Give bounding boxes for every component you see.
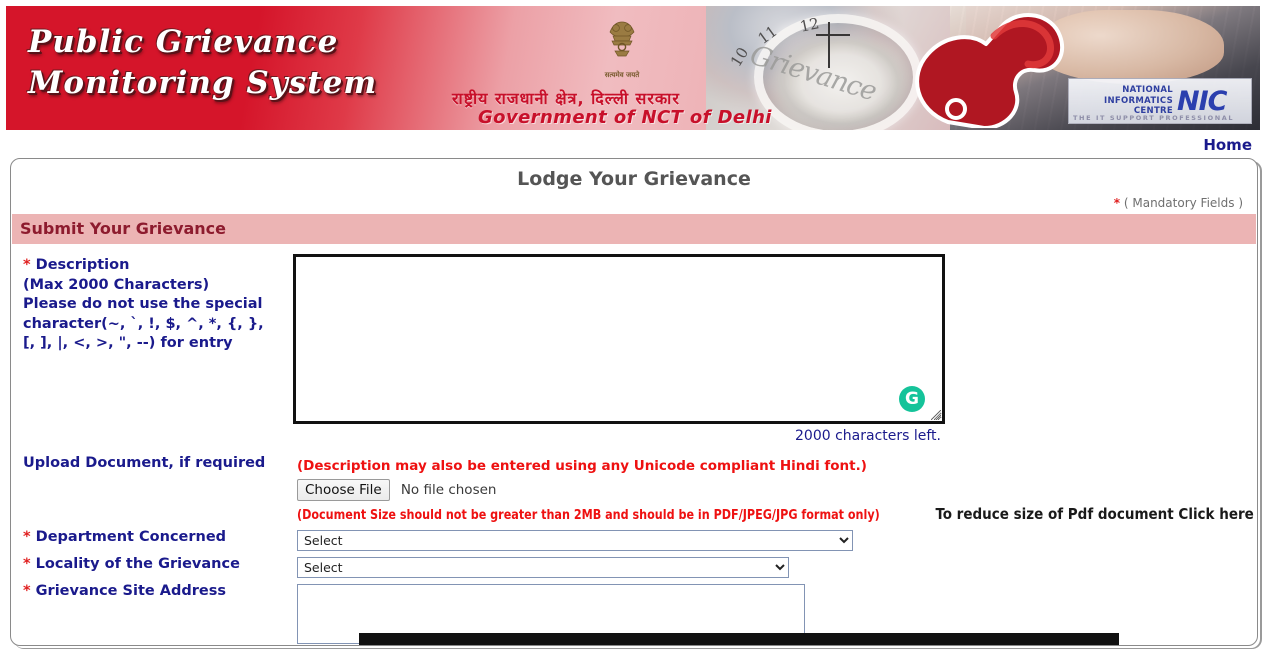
file-input-row: Choose File No file chosen [293,478,1257,501]
site-address-required-star: * [23,583,31,600]
description-input[interactable] [293,254,945,424]
field-row-department: * Department Concerned Select [11,524,1257,552]
page-title: Lodge Your Grievance [517,168,751,190]
description-hint-max-chars: (Max 2000 Characters) [23,276,210,293]
home-link[interactable]: Home [1203,136,1252,154]
unicode-hindi-note: (Description may also be entered using a… [297,458,867,474]
department-select[interactable]: Select [297,530,853,552]
clock-hand-hour [816,34,850,36]
government-name-english: Government of NCT of Delhi [478,106,772,128]
textarea-resize-handle[interactable] [931,410,941,420]
locality-label: Locality of the Grievance [35,556,240,573]
site-banner: 10 11 12 Grievance सत्यमेव जयते राष्ट्री… [6,6,1260,130]
characters-left-counter: 2000 characters left. [795,428,941,444]
grievance-form-panel: Lodge Your Grievance * ( Mandatory Field… [10,158,1258,646]
locality-field-area: Select [293,551,1257,579]
nic-wordmark-lines: NATIONAL INFORMATICS CENTRE [1069,85,1177,118]
department-label-block: * Department Concerned [11,524,293,548]
description-label: Description [35,257,130,273]
locality-select[interactable]: Select [297,557,789,579]
nic-mark: NIC [1177,85,1227,117]
field-row-description: * Description (Max 2000 Characters) Plea… [11,252,1257,444]
field-row-locality: * Locality of the Grievance Select [11,551,1257,579]
mandatory-star: * [1113,196,1121,210]
grievance-form: * Description (Max 2000 Characters) Plea… [11,244,1257,645]
department-label: Department Concerned [35,529,227,546]
page-bottom-cutoff-strip [359,633,1119,645]
field-row-upload: Upload Document, if required (Descriptio… [11,450,1257,524]
description-hint-line3: character(~, `, !, $, ^, *, {, }, [23,315,264,332]
description-hint-line2: Please do not use the special [23,296,263,313]
description-label-block: * Description (Max 2000 Characters) Plea… [11,252,293,354]
nic-tagline: THE IT SUPPORT PROFESSIONAL [1073,114,1235,122]
upload-label: Upload Document, if required [23,455,266,471]
site-address-label: Grievance Site Address [35,583,227,600]
top-nav: Home [0,130,1266,158]
mandatory-text: ( Mandatory Fields ) [1123,196,1243,210]
government-identity: राष्ट्रीय राजधानी क्षेत्र, दिल्ली सरकार … [452,90,772,128]
national-emblem: सत्यमेव जयते [598,16,646,80]
telephone-handset-icon [915,13,1065,128]
emblem-caption: सत्यमेव जयते [604,71,640,79]
file-chosen-status: No file chosen [400,482,497,498]
section-header-submit-grievance: Submit Your Grievance [12,214,1256,244]
choose-file-button[interactable]: Choose File [297,479,390,501]
reduce-pdf-size-link[interactable]: To reduce size of Pdf document Click her… [935,505,1253,523]
description-field-area: G 2000 characters left. [293,252,1257,444]
description-hint-line4: [, ], |, <, >, ", --) for entry [23,335,233,352]
ashoka-lion-capital-icon [609,21,635,57]
nic-line-national: NATIONAL [1122,84,1173,95]
nic-logo: NATIONAL INFORMATICS CENTRE NIC THE IT S… [1068,78,1252,124]
department-field-area: Select [293,524,1257,552]
upload-notes-line: (Document Size should not be greater tha… [293,501,1257,524]
locality-label-block: * Locality of the Grievance [11,551,293,575]
description-textarea-wrapper: G [293,254,945,424]
government-name-hindi: राष्ट्रीय राजधानी क्षेत्र, दिल्ली सरकार [452,89,680,108]
clock-number-12: 12 [798,14,821,36]
upload-field-area: (Description may also be entered using a… [293,450,1257,524]
site-address-label-block: * Grievance Site Address [11,578,293,602]
grammarly-icon[interactable]: G [899,386,925,412]
site-title: Public Grievance Monitoring System [28,24,378,101]
description-required-star: * [23,257,31,273]
nic-line-informatics: INFORMATICS [1103,95,1173,106]
mandatory-fields-note: * ( Mandatory Fields ) [11,194,1257,214]
department-required-star: * [23,529,31,546]
locality-required-star: * [23,556,31,573]
document-size-note: (Document Size should not be greater tha… [297,507,880,523]
